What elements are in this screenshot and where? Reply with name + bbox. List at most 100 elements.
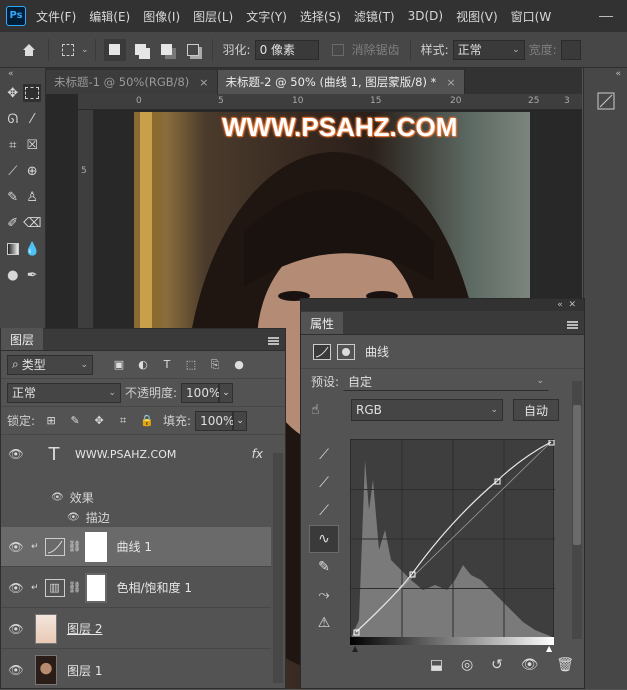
filter-pixel-icon[interactable]: ▣: [111, 357, 127, 373]
panel-menu-icon[interactable]: [268, 337, 279, 345]
fill-input[interactable]: 100%: [195, 410, 234, 431]
frame-tool-icon[interactable]: ☒: [23, 136, 41, 154]
smooth-curve-icon[interactable]: ⤳: [309, 581, 339, 609]
close-icon[interactable]: ×: [199, 76, 208, 89]
target-adjust-icon[interactable]: ☝: [311, 402, 341, 418]
layer-row-text[interactable]: 👁 T WWW.PSAHZ.COM fx: [1, 435, 271, 473]
width-input[interactable]: [560, 39, 581, 60]
filter-adjustment-icon[interactable]: ◐: [135, 357, 151, 373]
clip-to-layer-icon[interactable]: ⬓: [430, 657, 443, 673]
feather-input[interactable]: 0 像素: [254, 39, 319, 60]
delete-icon[interactable]: 🗑: [556, 657, 574, 673]
menu-type[interactable]: 文字(Y): [246, 8, 287, 25]
channel-select[interactable]: RGB ⌄: [351, 399, 503, 421]
layer-row-curves[interactable]: 👁 ↵ ⛓ 曲线 1: [1, 527, 271, 567]
tab-layers[interactable]: 图层: [1, 328, 44, 350]
layer-name[interactable]: 图层 1: [67, 662, 102, 679]
curves-graph[interactable]: [350, 439, 555, 638]
dodge-tool-icon[interactable]: ●: [4, 266, 22, 284]
stamp-tool-icon[interactable]: ♙: [23, 188, 41, 206]
minimize-icon[interactable]: [599, 16, 613, 17]
menu-image[interactable]: 图像(I): [143, 8, 180, 25]
marquee-preset-icon[interactable]: [57, 39, 79, 61]
panel-menu-icon[interactable]: [567, 321, 578, 329]
style-select[interactable]: 正常 ⌄: [452, 39, 525, 60]
blend-mode-select[interactable]: 正常 ⌄: [7, 382, 121, 403]
menu-file[interactable]: 文件(F): [36, 8, 76, 25]
eyedropper-tool-icon[interactable]: ⟋: [4, 162, 22, 180]
lock-all-icon[interactable]: 🔒: [139, 413, 155, 429]
black-slider-icon[interactable]: ▲: [352, 644, 358, 653]
preset-select[interactable]: 自定 ⌄: [343, 371, 550, 391]
layer-row-layer-2[interactable]: 👁 图层 2: [1, 609, 271, 649]
visibility-eye-icon[interactable]: 👁: [51, 492, 64, 503]
layer-mask-thumbnail[interactable]: [84, 531, 107, 562]
lock-pixels-icon[interactable]: ✎: [67, 413, 83, 429]
layer-effect-stroke-row[interactable]: 👁 描边: [67, 509, 110, 526]
menu-3d[interactable]: 3D(D): [408, 9, 443, 23]
spot-heal-icon[interactable]: ⊕: [23, 162, 41, 180]
layer-name[interactable]: 图层 2: [67, 620, 102, 637]
magic-wand-icon[interactable]: ⁄: [23, 110, 41, 128]
visibility-eye-icon[interactable]: 👁: [1, 581, 31, 595]
collapse-icon[interactable]: « ✕: [301, 299, 584, 311]
subtract-selection-icon[interactable]: [156, 39, 178, 61]
menu-select[interactable]: 选择(S): [300, 8, 341, 25]
filter-toggle-icon[interactable]: ●: [231, 357, 247, 373]
clipping-warning-icon[interactable]: ⚠: [309, 609, 339, 637]
white-point-eyedropper-icon[interactable]: ⟋: [309, 497, 339, 525]
properties-scrollbar[interactable]: [572, 381, 582, 639]
add-selection-icon[interactable]: [130, 39, 152, 61]
reset-icon[interactable]: ↺: [491, 657, 503, 673]
gradient-tool-icon[interactable]: [4, 240, 22, 258]
menu-window[interactable]: 窗口(W: [511, 8, 552, 25]
layer-name[interactable]: 色相/饱和度 1: [117, 579, 193, 596]
layer-filter-select[interactable]: ⌕ 类型 ⌄: [7, 354, 93, 375]
opacity-input[interactable]: 100%: [181, 382, 220, 403]
black-point-eyedropper-icon[interactable]: ⟋: [309, 441, 339, 469]
home-icon[interactable]: [18, 39, 40, 61]
lock-transparent-icon[interactable]: ⊞: [43, 413, 59, 429]
visibility-eye-icon[interactable]: 👁: [1, 622, 31, 636]
layer-name[interactable]: WWW.PSAHZ.COM: [75, 448, 176, 461]
curves-adjustment-icon[interactable]: [313, 343, 331, 360]
mask-icon[interactable]: [337, 343, 355, 360]
lock-position-icon[interactable]: ✥: [91, 413, 107, 429]
visibility-eye-icon[interactable]: 👁: [1, 540, 31, 554]
close-icon[interactable]: ×: [446, 76, 455, 89]
layers-scrollbar[interactable]: [273, 453, 283, 683]
marquee-tool-icon[interactable]: [23, 84, 42, 102]
layer-name[interactable]: 曲线 1: [117, 538, 152, 555]
layer-mask-thumbnail[interactable]: [84, 572, 107, 603]
curve-edit-points-icon[interactable]: ∿: [309, 525, 339, 553]
layer-row-layer-1[interactable]: 👁 图层 1: [1, 650, 271, 690]
filter-shape-icon[interactable]: ⬚: [183, 357, 199, 373]
layer-row-hue-saturation[interactable]: 👁 ↵ ▥ ⛓ 色相/饱和度 1: [1, 568, 271, 608]
visibility-eye-icon[interactable]: 👁: [67, 512, 80, 523]
layer-effects-row[interactable]: 👁 效果: [51, 489, 94, 506]
move-tool-icon[interactable]: ✥: [4, 84, 22, 102]
visibility-eye-icon[interactable]: 👁: [1, 663, 31, 677]
tab-document-1[interactable]: 未标题-1 @ 50%(RGB/8) ×: [46, 70, 218, 94]
menu-view[interactable]: 视图(V): [456, 8, 498, 25]
visibility-eye-icon[interactable]: 👁: [1, 447, 31, 461]
intersect-selection-icon[interactable]: [182, 39, 204, 61]
pencil-draw-icon[interactable]: ✎: [309, 553, 339, 581]
view-previous-icon[interactable]: ◎: [461, 657, 473, 673]
pen-tool-icon[interactable]: ✒: [23, 266, 41, 284]
filter-type-icon[interactable]: T: [159, 357, 175, 373]
collapse-icon[interactable]: «: [584, 68, 627, 80]
lasso-tool-icon[interactable]: ᘏ: [4, 110, 22, 128]
brush-tool-icon[interactable]: ✎: [4, 188, 22, 206]
filter-smart-icon[interactable]: ⎘: [207, 357, 223, 373]
lock-artboard-icon[interactable]: ⌗: [115, 413, 131, 429]
menu-edit[interactable]: 编辑(E): [89, 8, 130, 25]
tab-document-2[interactable]: 未标题-2 @ 50% (曲线 1, 图层蒙版/8) * ×: [217, 70, 465, 94]
chevron-down-icon[interactable]: ⌄: [233, 410, 248, 431]
collapse-icon[interactable]: «: [0, 68, 45, 80]
antialias-checkbox[interactable]: [331, 43, 344, 56]
chevron-down-icon[interactable]: ⌄: [219, 382, 234, 403]
blur-tool-icon[interactable]: 💧: [23, 240, 41, 258]
menu-filter[interactable]: 滤镜(T): [354, 8, 395, 25]
chain-link-icon[interactable]: ⛓: [68, 581, 82, 594]
